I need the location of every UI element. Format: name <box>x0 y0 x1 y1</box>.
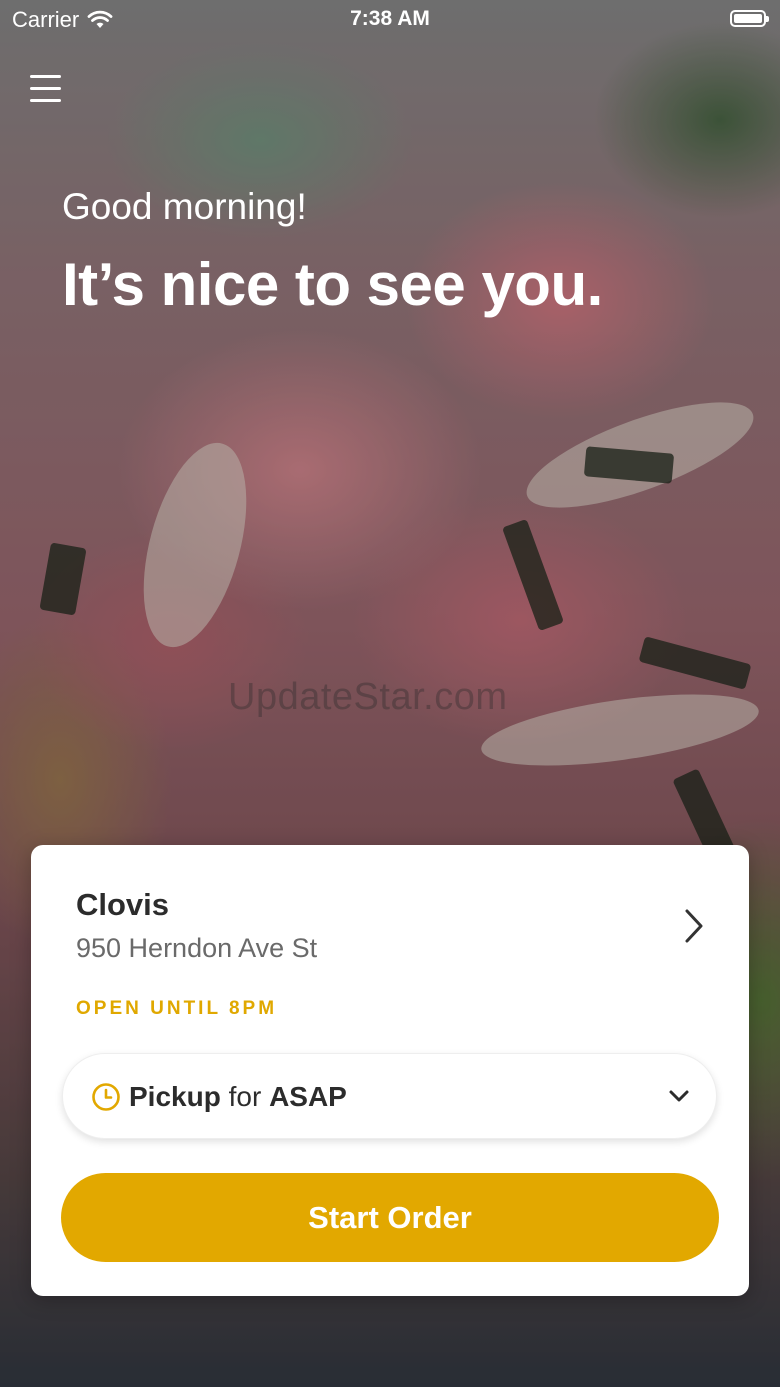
store-card: Clovis 950 Herndon Ave St OPEN UNTIL 8PM… <box>31 845 749 1296</box>
clock-icon <box>92 1083 120 1111</box>
chevron-right-icon[interactable] <box>679 907 709 945</box>
open-hours-label: OPEN UNTIL 8PM <box>76 998 278 1019</box>
start-order-button[interactable]: Start Order <box>61 1173 719 1262</box>
headline-text: It’s nice to see you. <box>62 251 603 318</box>
chevron-down-icon <box>669 1090 689 1102</box>
status-time: 7:38 AM <box>350 7 430 30</box>
battery-icon <box>730 10 769 27</box>
status-bar: Carrier 7:38 AM <box>0 0 780 42</box>
menu-icon[interactable] <box>30 75 62 103</box>
pickup-time-select[interactable]: Pickup for ASAP <box>62 1053 717 1139</box>
pickup-mode: Pickup <box>129 1081 221 1112</box>
store-name: Clovis <box>76 887 170 922</box>
pickup-time: ASAP <box>269 1081 347 1112</box>
pickup-connector: for <box>228 1081 262 1112</box>
store-address: 950 Herndon Ave St <box>76 933 318 963</box>
watermark: UpdateStar.com <box>228 676 508 718</box>
pickup-label: Pickup for ASAP <box>129 1081 347 1113</box>
greeting-text: Good morning! <box>62 186 307 227</box>
